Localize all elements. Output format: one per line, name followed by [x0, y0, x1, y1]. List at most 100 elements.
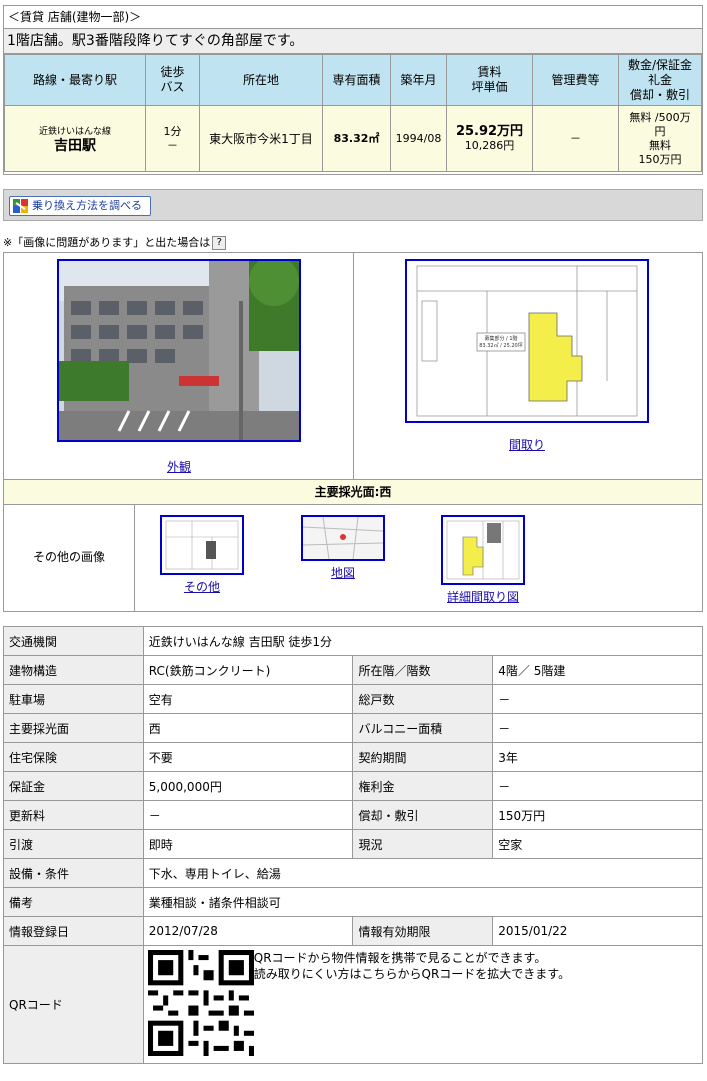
- table-row: QRコード QRコードから物件情報を携帯で見ることができます。 読み取りにくい方…: [3, 945, 704, 1064]
- help-icon[interactable]: ?: [212, 236, 227, 250]
- label-light: 主要採光面: [3, 713, 144, 743]
- value-renewal: －: [142, 800, 354, 830]
- cell-rent: 25.92万円 10,286円: [446, 105, 533, 172]
- thumb-other-image: [165, 520, 239, 570]
- label-balcony: バルコニー面積: [352, 713, 494, 743]
- table-row: 主要採光面 西 バルコニー面積 －: [3, 713, 703, 743]
- cell-built: 1994/08: [390, 105, 447, 172]
- catch-copy: 1階店舗。駅3番階段降りてすぐの角部屋です。: [4, 29, 702, 54]
- image-note: ※「画像に問題があります」と出た場合は?: [3, 235, 227, 251]
- header-mgmt: 管理費等: [532, 54, 619, 106]
- label-units: 総戸数: [352, 684, 494, 714]
- value-units: －: [492, 684, 703, 714]
- qr-line1: QRコードから物件情報を携帯で見ることができます。: [253, 951, 547, 965]
- exterior-photo[interactable]: [57, 259, 301, 442]
- table-row: 更新料 － 償却・敷引 150万円: [3, 800, 703, 830]
- thumb-map-image: [303, 517, 383, 559]
- thumb-other-link[interactable]: その他: [160, 578, 244, 595]
- label-qr: QRコード: [3, 945, 144, 1064]
- label-insurance: 住宅保険: [3, 742, 144, 772]
- cell-walk: 1分－: [145, 105, 200, 172]
- label-floor: 所在階／階数: [352, 655, 494, 685]
- value-structure: RC(鉄筋コンクリート): [142, 655, 354, 685]
- label-contract: 契約期間: [352, 742, 494, 772]
- divider: [353, 253, 354, 479]
- header-area: 専有面積: [322, 54, 391, 106]
- floorplan-image: 募集部分 / 1階 83.32㎡ / 25.20坪: [407, 261, 647, 421]
- cell-area: 83.32㎡: [322, 105, 391, 172]
- label-renewal: 更新料: [3, 800, 144, 830]
- thumb-detail-floorplan[interactable]: [441, 515, 525, 585]
- cell-address: 東大阪市今米1丁目: [199, 105, 323, 172]
- header-deposit: 敷金/保証金 礼金 償却・敷引: [618, 54, 702, 106]
- label-expiry: 情報有効期限: [352, 916, 494, 946]
- cell-station: 近鉄けいはんな線 吉田駅: [4, 105, 146, 172]
- thumb-map-link[interactable]: 地図: [301, 564, 385, 581]
- value-contract: 3年: [492, 742, 703, 772]
- thumb-detail-floorplan-image: [443, 517, 523, 583]
- floorplan-annotation-line1: 募集部分 / 1階: [484, 335, 517, 342]
- train-route-icon: [13, 199, 28, 213]
- cell-mgmt: －: [532, 105, 619, 172]
- label-equipment: 設備・条件: [3, 858, 144, 888]
- label-registered: 情報登録日: [3, 916, 144, 946]
- label-amort: 償却・敷引: [352, 800, 494, 830]
- cell-deposit: 無料 /500万円無料 150万円: [618, 105, 702, 172]
- table-row: 交通機関 近鉄けいはんな線 吉田駅 徒歩1分: [3, 626, 704, 656]
- header-rent: 賃料 坪単価: [446, 54, 533, 106]
- value-insurance: 不要: [142, 742, 354, 772]
- label-deposit: 保証金: [3, 771, 144, 801]
- value-equipment: 下水、専用トイレ、給湯: [142, 858, 704, 888]
- route-bar: 乗り換え方法を調べる: [3, 189, 703, 221]
- label-keymoney: 権利金: [352, 771, 494, 801]
- exterior-link[interactable]: 外観: [57, 458, 301, 475]
- value-amort: 150万円: [492, 800, 703, 830]
- value-qr: QRコードから物件情報を携帯で見ることができます。 読み取りにくい方はこちらから…: [142, 945, 704, 1064]
- value-handover: 即時: [142, 829, 354, 859]
- breadcrumb: ＜賃貸 店舗(建物一部)＞: [4, 6, 702, 29]
- header-station: 路線・最寄り駅: [4, 54, 146, 106]
- value-keymoney: －: [492, 771, 703, 801]
- thumb-detail-floorplan-link[interactable]: 詳細間取り図: [436, 588, 530, 605]
- table-row: 保証金 5,000,000円 権利金 －: [3, 771, 703, 801]
- qr-description: QRコードから物件情報を携帯で見ることができます。 読み取りにくい方はこちらから…: [254, 950, 570, 982]
- label-remarks: 備考: [3, 887, 144, 917]
- table-row: 建物構造 RC(鉄筋コンクリート) 所在階／階数 4階／ 5階建: [3, 655, 703, 685]
- label-parking: 駐車場: [3, 684, 144, 714]
- value-status: 空家: [492, 829, 703, 859]
- value-balcony: －: [492, 713, 703, 743]
- label-status: 現況: [352, 829, 494, 859]
- thumb-map[interactable]: [301, 515, 385, 561]
- route-search-label: 乗り換え方法を調べる: [32, 199, 142, 212]
- table-row: 引渡 即時 現況 空家: [3, 829, 703, 859]
- value-registered: 2012/07/28: [142, 916, 354, 946]
- header-built: 築年月: [390, 54, 447, 106]
- table-row: 備考 業種相談・諸条件相談可: [3, 887, 704, 917]
- table-row: 設備・条件 下水、専用トイレ、給湯: [3, 858, 704, 888]
- label-transport: 交通機関: [3, 626, 144, 656]
- thumb-other[interactable]: [160, 515, 244, 575]
- value-transport: 近鉄けいはんな線 吉田駅 徒歩1分: [142, 626, 704, 656]
- value-deposit: 5,000,000円: [142, 771, 354, 801]
- floorplan-link[interactable]: 間取り: [405, 436, 649, 453]
- qr-code-icon[interactable]: [147, 950, 254, 1056]
- table-row: 住宅保険 不要 契約期間 3年: [3, 742, 703, 772]
- header-walk: 徒歩 バス: [145, 54, 200, 106]
- label-structure: 建物構造: [3, 655, 144, 685]
- summary-table: 路線・最寄り駅 徒歩 バス 所在地 専有面積 築年月 賃料 坪単価 管理費等 敷金/…: [4, 54, 702, 172]
- table-row: 駐車場 空有 総戸数 －: [3, 684, 703, 714]
- value-remarks: 業種相談・諸条件相談可: [142, 887, 704, 917]
- detail-table: 交通機関 近鉄けいはんな線 吉田駅 徒歩1分 建物構造 RC(鉄筋コンクリート)…: [3, 626, 704, 1064]
- floorplan-photo[interactable]: 募集部分 / 1階 83.32㎡ / 25.20坪: [405, 259, 649, 423]
- value-light: 西: [142, 713, 354, 743]
- sun-direction: 主要採光面:西: [4, 479, 702, 505]
- route-search-button[interactable]: 乗り換え方法を調べる: [9, 196, 151, 216]
- header-address: 所在地: [199, 54, 323, 106]
- exterior-photo-image: [59, 261, 299, 440]
- value-floor: 4階／ 5階建: [492, 655, 703, 685]
- value-parking: 空有: [142, 684, 354, 714]
- image-gallery: 外観 募集部分 / 1階 83.32㎡ / 25.20坪 間取り 主要採光面:西…: [3, 252, 703, 612]
- floorplan-annotation-line2: 83.32㎡ / 25.20坪: [479, 342, 523, 349]
- qr-line2[interactable]: 読み取りにくい方はこちらからQRコードを拡大できます。: [254, 966, 570, 982]
- label-handover: 引渡: [3, 829, 144, 859]
